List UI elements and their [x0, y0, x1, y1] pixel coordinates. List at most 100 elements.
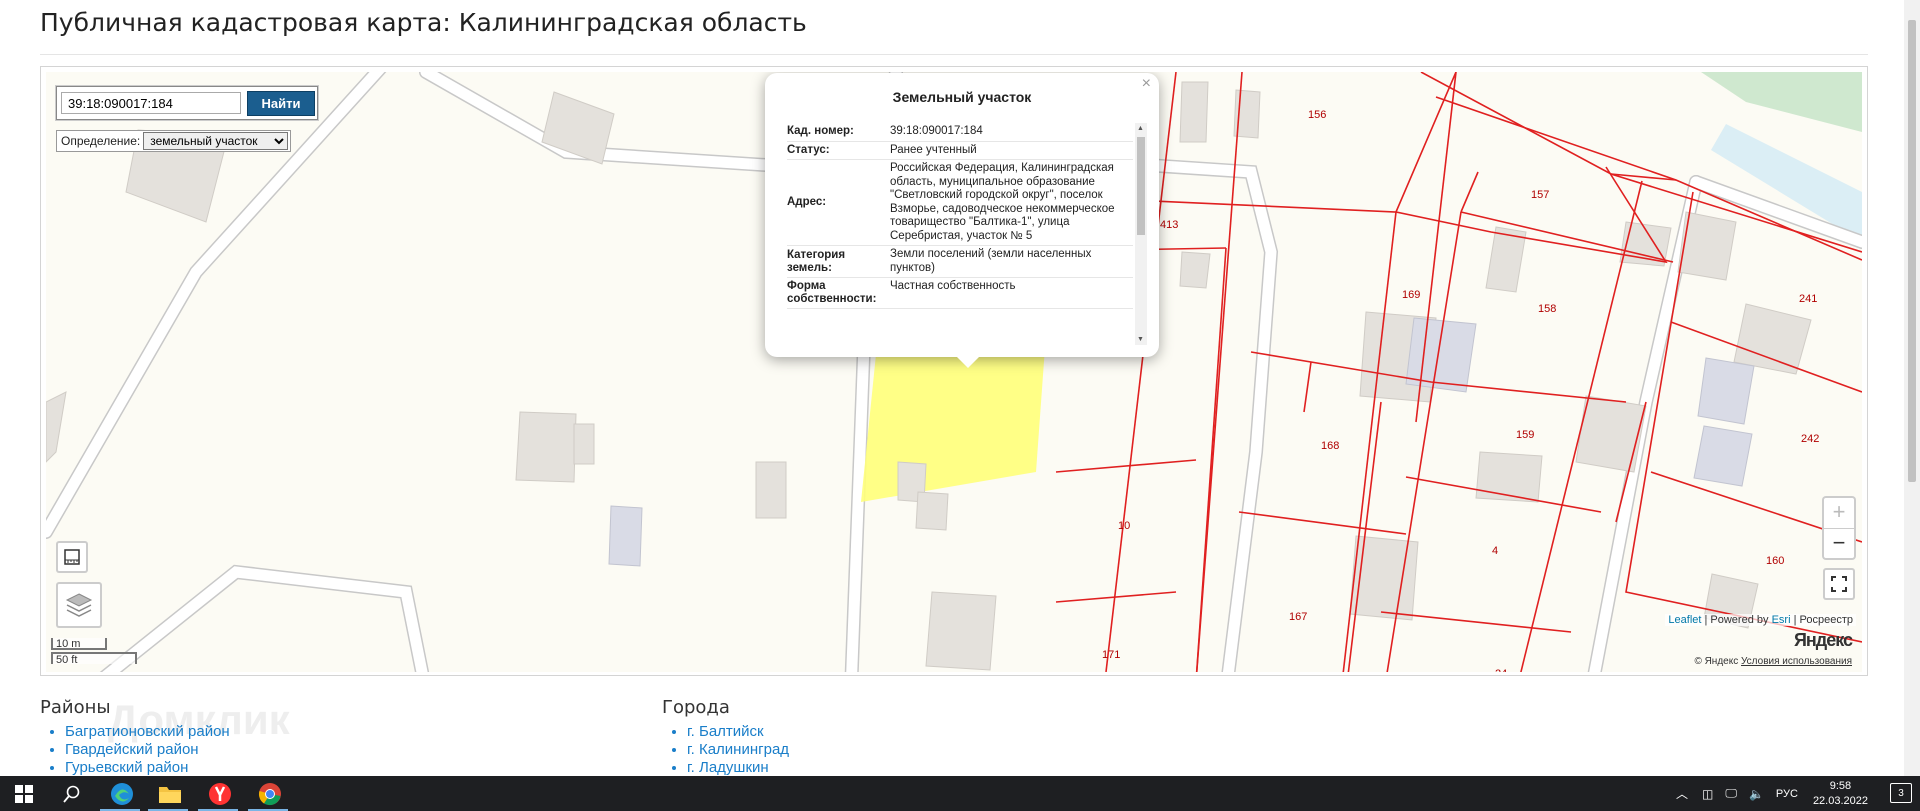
scale-metric: 10 m — [51, 638, 107, 650]
esri-link[interactable]: Esri — [1772, 614, 1791, 626]
parcel-label: 24 — [1495, 668, 1507, 672]
search-button[interactable] — [48, 776, 96, 811]
ruler-button[interactable] — [56, 541, 88, 573]
info-key: Форма собственности: — [787, 280, 877, 305]
zoom-out-button[interactable]: − — [1824, 529, 1854, 559]
volume-icon[interactable]: 🔈 — [1749, 787, 1764, 801]
definition-select[interactable]: земельный участок — [143, 132, 289, 150]
info-key: Категория земель: — [787, 248, 846, 274]
parcel-label: 168 — [1321, 440, 1339, 452]
clock-date: 22.03.2022 — [1812, 795, 1868, 807]
map-frame: 156 157 413 169 158 241 168 159 242 10 4… — [40, 66, 1868, 676]
info-row-status: Статус: Ранее учтенный — [787, 142, 1133, 160]
terms-of-use-link[interactable]: Условия использования — [1741, 656, 1852, 667]
leaflet-link[interactable]: Leaflet — [1668, 614, 1701, 626]
definition-control: Определение: земельный участок — [56, 130, 292, 152]
info-row-cadastral-number: Кад. номер: 39:18:090017:184 — [787, 123, 1133, 142]
fullscreen-icon — [1831, 576, 1847, 592]
windows-icon — [15, 784, 33, 803]
taskbar-chrome[interactable] — [246, 776, 294, 811]
parcel-label: 156 — [1308, 109, 1326, 121]
info-key: Адрес: — [787, 196, 827, 208]
taskbar-explorer[interactable] — [146, 776, 194, 811]
tray-overflow-icon[interactable]: ︿ — [1676, 785, 1688, 802]
webcam-icon[interactable]: ◫ — [1702, 787, 1713, 801]
district-link[interactable]: Багратионовский район — [65, 723, 230, 741]
cadastral-map[interactable]: 156 157 413 169 158 241 168 159 242 10 4… — [46, 72, 1862, 672]
find-button[interactable]: Найти — [247, 90, 315, 116]
parcel-label: 171 — [1102, 649, 1120, 661]
definition-label: Определение: — [61, 134, 141, 148]
clock-time: 9:58 — [1829, 780, 1852, 792]
cities-list: г. Балтийск г. Калининград г. Ладушкин — [662, 723, 789, 777]
districts-heading: Районы — [40, 697, 111, 718]
notification-count: 3 — [1898, 788, 1904, 799]
park-area — [1701, 72, 1862, 132]
taskbar-yandex[interactable] — [196, 776, 244, 811]
parcel-label: 157 — [1531, 189, 1549, 201]
parcel-label: 167 — [1289, 611, 1307, 623]
info-value: Частная собственность — [890, 280, 1016, 292]
taskbar-clock[interactable]: 9:58 22.03.2022 — [1813, 779, 1868, 809]
popup-title: Земельный участок — [892, 89, 1032, 105]
scroll-down-icon[interactable]: ▼ — [1137, 336, 1144, 343]
zoom-control: + − — [1822, 496, 1856, 560]
page-title: Публичная кадастровая карта: Калининград… — [40, 8, 807, 37]
info-value: Земли поселений (земли населенных пункто… — [890, 248, 1092, 274]
fullscreen-button[interactable] — [1823, 568, 1855, 600]
popup-scrollbar[interactable]: ▲ ▼ — [1135, 123, 1147, 345]
yandex-copyright: © Яндекс — [1694, 656, 1739, 667]
page-scroll-thumb[interactable] — [1908, 20, 1916, 482]
info-key: Кад. номер: — [787, 125, 854, 138]
yandex-terms: © Яндекс Условия использования — [1694, 656, 1852, 667]
rosreestr-text: | Росреестр — [1793, 614, 1853, 626]
parcel-label: 4 — [1492, 545, 1498, 557]
title-divider — [40, 54, 1868, 55]
info-value: Российская Федерация, Калининградская об… — [890, 162, 1115, 242]
city-link[interactable]: г. Калининград — [687, 741, 789, 759]
chrome-icon — [258, 782, 281, 805]
info-row-land-category: Категория земель: Земли поселений (земли… — [787, 246, 1133, 278]
parcel-label: 160 — [1766, 555, 1784, 567]
info-row-ownership: Форма собственности: Частная собственнос… — [787, 278, 1133, 309]
popup-info-table: Кад. номер: 39:18:090017:184 Статус: Ран… — [787, 123, 1133, 345]
parcel-label: 10 — [1118, 520, 1130, 532]
map-attribution: Leaflet | Powered by Esri | Росреестр — [1665, 614, 1856, 626]
scale-imperial: 50 ft — [51, 652, 137, 666]
parcel-label: 413 — [1160, 219, 1178, 231]
windows-taskbar: ︿ ◫ 🖵 🔈 РУС 9:58 22.03.2022 3 — [0, 776, 1920, 811]
popup-scroll-thumb[interactable] — [1137, 137, 1145, 235]
city-link[interactable]: г. Ладушкин — [687, 759, 789, 777]
district-link[interactable]: Гвардейский район — [65, 741, 230, 759]
info-value: Ранее учтенный — [890, 143, 977, 156]
info-value: 39:18:090017:184 — [890, 125, 983, 137]
search-control: Найти — [56, 86, 318, 120]
parcel-label: 242 — [1801, 433, 1819, 445]
info-row-address: Адрес: Российская Федерация, Калининград… — [787, 160, 1133, 246]
search-icon — [63, 785, 80, 803]
start-button[interactable] — [0, 776, 48, 811]
info-key: Статус: — [787, 143, 830, 156]
ruler-icon — [64, 549, 80, 565]
city-link[interactable]: г. Балтийск — [687, 723, 789, 741]
language-indicator[interactable]: РУС — [1776, 788, 1798, 800]
parcel-info-popup: × Земельный участок Кад. номер: 39:18:09… — [765, 73, 1159, 357]
layers-icon — [65, 593, 93, 617]
parcel-label: 159 — [1516, 429, 1534, 441]
edge-icon — [111, 782, 133, 805]
cadastral-number-input[interactable] — [61, 92, 241, 114]
page-scrollbar[interactable] — [1904, 0, 1920, 776]
district-link[interactable]: Гурьевский район — [65, 759, 230, 777]
notifications-icon[interactable]: 3 — [1890, 783, 1912, 803]
network-icon[interactable]: 🖵 — [1725, 786, 1737, 801]
layers-button[interactable] — [56, 582, 102, 628]
zoom-in-button[interactable]: + — [1824, 498, 1854, 529]
scroll-up-icon[interactable]: ▲ — [1137, 125, 1144, 132]
popup-tip — [956, 356, 980, 368]
yandex-browser-icon — [209, 782, 231, 805]
yandex-logo: Яндекс — [1793, 630, 1853, 650]
taskbar-edge[interactable] — [98, 776, 146, 811]
parcel-label: 169 — [1402, 289, 1420, 301]
system-tray: ︿ ◫ 🖵 🔈 РУС — [1676, 776, 1798, 811]
cities-heading: Города — [662, 697, 730, 718]
